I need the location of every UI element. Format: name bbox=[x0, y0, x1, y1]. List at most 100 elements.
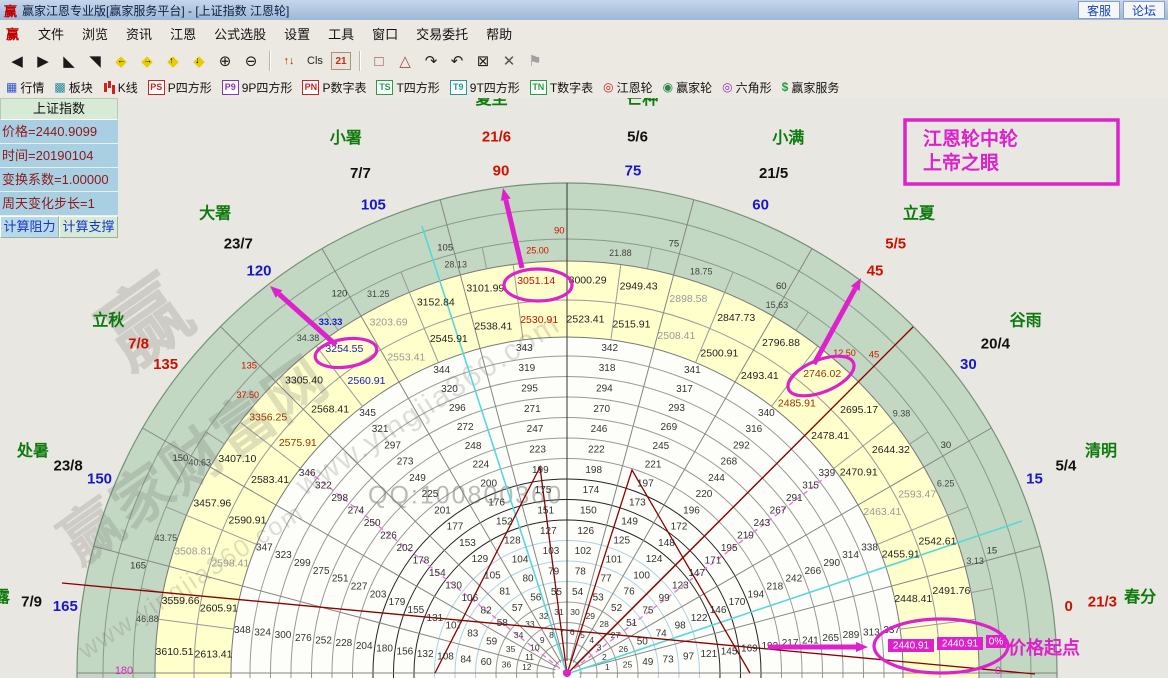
service-button[interactable]: 客服 bbox=[1078, 1, 1120, 19]
spiral-number: 107 bbox=[445, 621, 462, 632]
nav-up-icon[interactable]: ◣ bbox=[56, 49, 82, 73]
percent-third-label: 33.33 bbox=[319, 317, 343, 328]
shift-right-icon[interactable]: ◆→ bbox=[134, 49, 160, 73]
menu-bar: 赢 文件浏览资讯江恩公式选股设置工具窗口交易委托帮助 bbox=[0, 20, 1168, 47]
menu-item-公式选股[interactable]: 公式选股 bbox=[205, 21, 275, 46]
solar-term-label: 春分 bbox=[1123, 587, 1156, 606]
calc-support-button[interactable]: 计算支撑 bbox=[59, 216, 118, 238]
9t-square-label: 9T四方形 bbox=[470, 79, 520, 96]
center-mark-icon[interactable]: ✕ bbox=[496, 49, 522, 73]
spiral-number: 324 bbox=[254, 628, 271, 639]
price-degree-label: 2598.41 bbox=[211, 557, 249, 569]
spiral-number: 31 bbox=[554, 607, 564, 617]
menu-item-资讯[interactable]: 资讯 bbox=[117, 21, 161, 46]
percent-label: 37.50 bbox=[237, 390, 260, 400]
spiral-number: 197 bbox=[637, 479, 654, 490]
price-percent-label: 2898.58 bbox=[669, 293, 707, 305]
price-degree-label: 2568.41 bbox=[311, 404, 349, 416]
spiral-number: 242 bbox=[785, 574, 802, 585]
spiral-number: 202 bbox=[396, 543, 413, 554]
spiral-number: 172 bbox=[671, 522, 688, 533]
price-percent-label: 3203.69 bbox=[370, 317, 408, 329]
box-x-icon[interactable]: ⊠ bbox=[470, 49, 496, 73]
tool-p-table[interactable]: PNP数字表 bbox=[302, 79, 366, 96]
spiral-number: 106 bbox=[461, 593, 478, 604]
spiral-number: 196 bbox=[683, 505, 700, 516]
spiral-number: 194 bbox=[748, 589, 765, 600]
spiral-number: 276 bbox=[295, 633, 312, 644]
spiral-number: 81 bbox=[499, 587, 511, 598]
gann-wheel-chart[interactable]: 赢家财富网www.yingjia360.comwww.yingjia360.co… bbox=[0, 98, 1168, 678]
window-title: 赢家江恩专业版[赢家服务平台] - [上证指数 江恩轮] bbox=[22, 2, 289, 19]
scale-icon[interactable]: ↑↓ bbox=[276, 49, 302, 73]
menu-item-窗口[interactable]: 窗口 bbox=[363, 21, 407, 46]
spiral-number: 271 bbox=[524, 404, 541, 415]
calendar-icon[interactable]: 21 bbox=[328, 49, 354, 73]
menu-item-浏览[interactable]: 浏览 bbox=[73, 21, 117, 46]
solar-term-label: 小满 bbox=[772, 129, 804, 147]
spiral-number: 79 bbox=[548, 567, 560, 578]
draw-triangle-icon[interactable]: △ bbox=[392, 49, 418, 73]
tool-kline[interactable]: K线 bbox=[103, 79, 138, 96]
forum-button[interactable]: 论坛 bbox=[1123, 1, 1165, 19]
outer-degree-label: 75 bbox=[625, 162, 642, 179]
price-percent-label: 3152.84 bbox=[417, 296, 455, 308]
menu-item-帮助[interactable]: 帮助 bbox=[477, 21, 521, 46]
spiral-number: 126 bbox=[577, 526, 594, 537]
menu-item-文件[interactable]: 文件 bbox=[29, 21, 73, 46]
tool-gann-wheel[interactable]: ◎江恩轮 bbox=[603, 79, 653, 96]
zoom-out-icon[interactable]: ⊖ bbox=[238, 49, 264, 73]
spiral-number: 249 bbox=[409, 473, 426, 484]
menu-item-工具[interactable]: 工具 bbox=[319, 21, 363, 46]
outer-degree-label: 150 bbox=[87, 470, 112, 487]
cls-button[interactable]: Cls bbox=[302, 49, 328, 73]
tool-t-square[interactable]: TST四方形 bbox=[376, 79, 439, 96]
percent-label: 34.38 bbox=[297, 333, 320, 343]
shift-left-icon[interactable]: ◆← bbox=[108, 49, 134, 73]
param-row-2: 变换系数=1.00000 bbox=[0, 168, 118, 192]
pin-icon[interactable]: ⚑ bbox=[522, 49, 548, 73]
price-degree-label: 2470.91 bbox=[840, 466, 878, 478]
spiral-number: 291 bbox=[786, 493, 803, 504]
shift-down-icon[interactable]: ◆↓ bbox=[186, 49, 212, 73]
spiral-number: 198 bbox=[585, 465, 602, 476]
spiral-number: 3 bbox=[597, 643, 602, 653]
spiral-number: 343 bbox=[516, 343, 533, 354]
degree-label: 75 bbox=[669, 239, 680, 250]
spiral-number: 6 bbox=[570, 627, 575, 637]
zoom-in-icon[interactable]: ⊕ bbox=[212, 49, 238, 73]
solar-date-label: 20/4 bbox=[981, 335, 1011, 352]
spiral-number: 179 bbox=[389, 597, 406, 608]
tool-winner-wheel[interactable]: ◉赢家轮 bbox=[663, 79, 713, 96]
spiral-number: 299 bbox=[294, 558, 311, 569]
tool-t-table[interactable]: TNT数字表 bbox=[530, 79, 593, 96]
tool-winner-service[interactable]: $赢家服务 bbox=[782, 79, 840, 96]
tool-sectors[interactable]: ▩板块 bbox=[54, 79, 92, 96]
solar-term-label: 立夏 bbox=[903, 204, 936, 223]
tool-quotes[interactable]: ▦行情 bbox=[6, 79, 44, 96]
tool-9p-square[interactable]: P99P四方形 bbox=[222, 79, 293, 96]
rotate-cw-icon[interactable]: ↷ bbox=[418, 49, 444, 73]
nav-next-icon[interactable]: ▶ bbox=[30, 49, 56, 73]
menu-item-江恩[interactable]: 江恩 bbox=[161, 21, 205, 46]
draw-square-icon[interactable]: □ bbox=[366, 49, 392, 73]
price-degree-label: 2575.91 bbox=[279, 437, 317, 449]
menu-item-交易委托[interactable]: 交易委托 bbox=[407, 21, 477, 46]
outer-degree-label: 0 bbox=[1065, 598, 1073, 615]
sectors-icon: ▩ bbox=[54, 80, 65, 94]
tool-9t-square[interactable]: T99T四方形 bbox=[450, 79, 520, 96]
spiral-number: 84 bbox=[460, 654, 472, 665]
spiral-number: 105 bbox=[484, 570, 501, 581]
rotate-ccw-icon[interactable]: ↶ bbox=[444, 49, 470, 73]
spiral-number: 275 bbox=[313, 566, 330, 577]
calc-resistance-button[interactable]: 计算阻力 bbox=[0, 216, 59, 238]
menu-item-设置[interactable]: 设置 bbox=[275, 21, 319, 46]
spiral-number: 338 bbox=[861, 542, 878, 553]
tool-hexagon[interactable]: ◎六角形 bbox=[722, 79, 772, 96]
shift-up-icon[interactable]: ◆↑ bbox=[160, 49, 186, 73]
spiral-number: 8 bbox=[549, 630, 554, 640]
9t-square-icon: T9 bbox=[450, 80, 467, 95]
tool-p-square[interactable]: PSP四方形 bbox=[148, 79, 212, 96]
nav-prev-icon[interactable]: ◀ bbox=[4, 49, 30, 73]
nav-down-icon[interactable]: ◥ bbox=[82, 49, 108, 73]
